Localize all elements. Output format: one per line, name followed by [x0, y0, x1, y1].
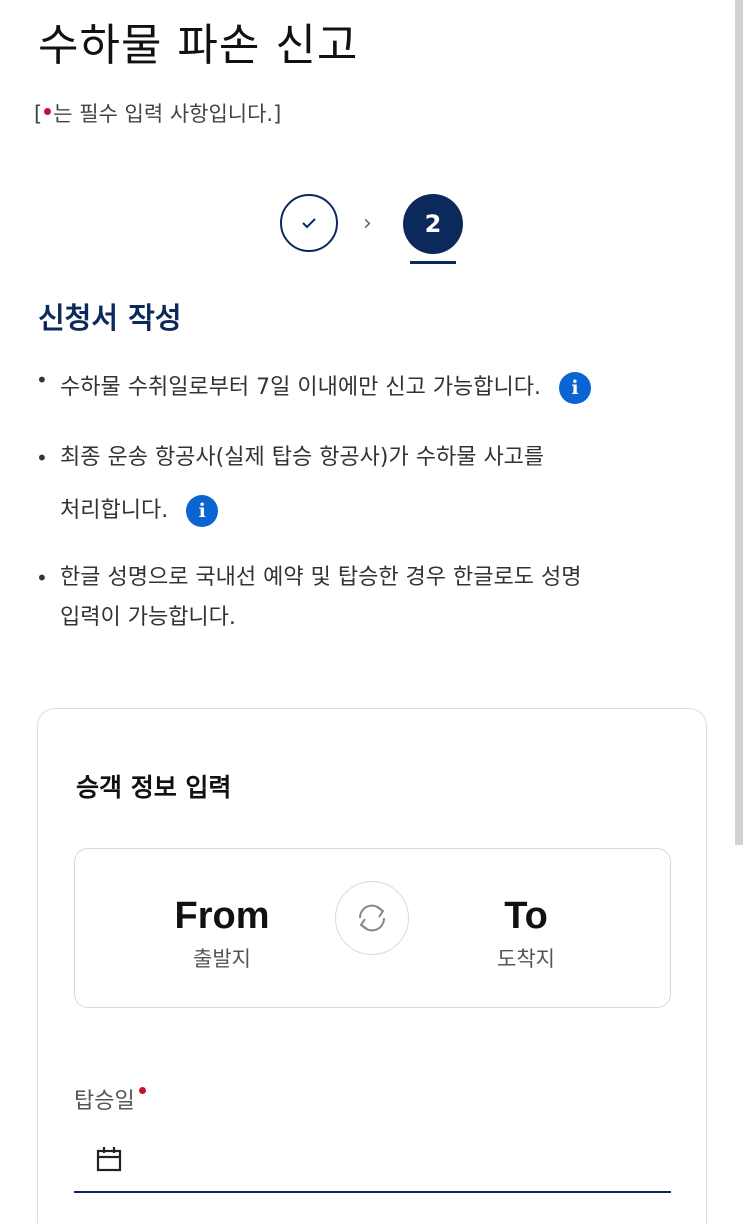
route-selector: From 출발지 To 도착지: [74, 848, 671, 1008]
card-title: 승객 정보 입력: [76, 773, 232, 802]
notice-text-2b: 처리합니다.: [60, 498, 169, 523]
step-1-completed[interactable]: [280, 194, 338, 252]
boarding-date-label: 탑승일: [74, 1087, 148, 1117]
bullet-icon: •: [36, 368, 48, 392]
swap-button[interactable]: [335, 881, 409, 955]
to-label: To: [504, 895, 548, 937]
from-sub-label: 출발지: [193, 947, 251, 971]
chevron-right-icon: ›: [363, 211, 372, 236]
to-sub-label: 도착지: [497, 947, 555, 971]
step-2-current[interactable]: 2: [403, 194, 463, 254]
required-dot-icon: [44, 108, 52, 115]
notice-item-3: • 한글 성명으로 국내선 예약 및 탑승한 경우 한글로도 성명 입력이 가능…: [36, 558, 676, 638]
required-note: [ 는 필수 입력 사항입니다.]: [34, 99, 281, 129]
swap-icon: [358, 904, 386, 932]
info-icon[interactable]: i: [559, 372, 591, 404]
bullet-icon: •: [36, 566, 48, 590]
notice-text-3: 한글 성명으로 국내선 예약 및 탑승한 경우 한글로도 성명: [60, 565, 582, 590]
page-title: 수하물 파손 신고: [38, 20, 359, 71]
required-dot-icon: [138, 1087, 146, 1094]
boarding-date-label-text: 탑승일: [74, 1089, 135, 1114]
step-current-indicator: [410, 261, 456, 264]
scrollbar-track[interactable]: [735, 0, 743, 1223]
from-label: From: [174, 895, 270, 937]
page: 수하물 파손 신고 [ 는 필수 입력 사항입니다.] › 2 신청서 작성 • …: [0, 0, 743, 1223]
passenger-info-card: 승객 정보 입력 From 출발지 To 도착지 탑승일: [37, 708, 707, 1223]
boarding-date-input[interactable]: [74, 1131, 671, 1193]
notice-text-1: 수하물 수취일로부터 7일 이내에만 신고 가능합니다.: [60, 375, 541, 400]
required-note-prefix: [: [34, 102, 43, 126]
check-icon: [302, 218, 316, 229]
required-note-text: 는 필수 입력 사항입니다.]: [53, 102, 282, 126]
calendar-icon[interactable]: [95, 1145, 123, 1173]
notice-item-2: • 최종 운송 항공사(실제 탑승 항공사)가 수하물 사고를 처리합니다. i: [36, 438, 676, 531]
bullet-icon: •: [36, 446, 48, 470]
section-title: 신청서 작성: [38, 301, 182, 335]
info-icon[interactable]: i: [186, 495, 219, 527]
from-button[interactable]: From 출발지: [142, 893, 302, 973]
scrollbar-thumb[interactable]: [735, 0, 743, 845]
to-button[interactable]: To 도착지: [446, 893, 606, 973]
notice-item-1: • 수하물 수취일로부터 7일 이내에만 신고 가능합니다. i: [36, 368, 676, 408]
notice-text-3b: 입력이 가능합니다.: [60, 605, 236, 630]
notice-text-2: 최종 운송 항공사(실제 탑승 항공사)가 수하물 사고를: [60, 445, 545, 470]
